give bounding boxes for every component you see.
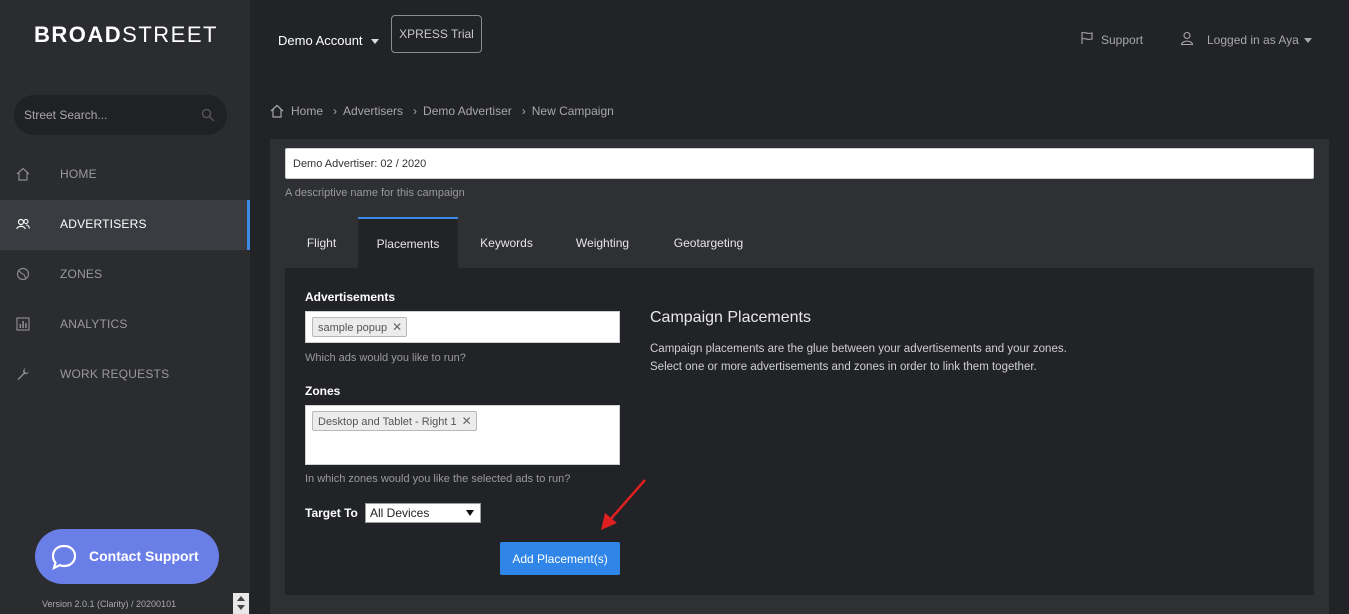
- tab-keywords[interactable]: Keywords: [458, 217, 555, 268]
- zones-help: In which zones would you like the select…: [305, 473, 571, 485]
- breadcrumb-new-campaign: New Campaign: [531, 104, 614, 118]
- remove-icon[interactable]: ✕: [462, 414, 472, 428]
- advertisements-select[interactable]: sample popup ✕: [305, 311, 620, 343]
- annotation-arrow-icon: [601, 479, 646, 530]
- dropdown-arrow-icon: [466, 510, 474, 516]
- zone-chip: Desktop and Tablet - Right 1 ✕: [312, 411, 477, 431]
- tab-weighting[interactable]: Weighting: [555, 217, 650, 268]
- campaign-placements-title: Campaign Placements: [650, 309, 811, 326]
- wrench-icon: [17, 368, 29, 380]
- sidebar-item-label: HOME: [60, 167, 97, 181]
- sidebar-item-home[interactable]: HOME: [0, 150, 250, 200]
- caret-down-icon: [370, 39, 379, 45]
- breadcrumb: Home › Advertisers › Demo Advertiser › N…: [270, 102, 614, 120]
- add-placements-button[interactable]: Add Placement(s): [500, 542, 620, 575]
- description-line-1: Campaign placements are the glue between…: [650, 343, 1067, 355]
- user-icon: [1180, 31, 1194, 45]
- description-line-2: Select one or more advertisements and zo…: [650, 361, 1037, 373]
- home-icon: [270, 104, 284, 118]
- remove-icon[interactable]: ✕: [392, 320, 402, 334]
- users-icon: [16, 218, 30, 230]
- brand-logo[interactable]: BROADSTREET: [34, 22, 218, 48]
- sidebar-item-label: ZONES: [60, 267, 103, 281]
- chevron-right-icon: ›: [413, 104, 418, 118]
- contact-support-label: Contact Support: [89, 548, 199, 564]
- campaign-placements-description: Campaign placements are the glue between…: [650, 340, 1067, 376]
- user-menu[interactable]: Logged in as Aya: [1180, 31, 1320, 49]
- sidebar-item-analytics[interactable]: ANALYTICS: [0, 300, 250, 350]
- street-search: [14, 95, 227, 135]
- ad-chip: sample popup ✕: [312, 317, 408, 337]
- scrollbar-arrows[interactable]: [233, 593, 249, 614]
- chevron-right-icon: ›: [333, 104, 338, 118]
- xpress-trial-button[interactable]: XPRESS Trial: [391, 15, 482, 53]
- sidebar-item-label: WORK REQUESTS: [60, 367, 170, 381]
- home-icon: [16, 167, 30, 181]
- user-label: Logged in as Aya: [1207, 33, 1299, 47]
- breadcrumb-home[interactable]: Home: [291, 104, 323, 118]
- zone-chip-label: Desktop and Tablet - Right 1: [318, 416, 457, 428]
- tab-flight[interactable]: Flight: [285, 217, 358, 268]
- sidebar-item-label: ANALYTICS: [60, 317, 128, 331]
- tab-geotargeting[interactable]: Geotargeting: [650, 217, 767, 268]
- sidebar-item-advertisers[interactable]: ADVERTISERS: [0, 200, 250, 250]
- chevron-right-icon: ›: [521, 104, 526, 118]
- sidebar: BROADSTREET HOME ADVERTISERS ZONES: [0, 0, 250, 614]
- brand-part2: STREET: [122, 22, 218, 47]
- target-device-value: All Devices: [370, 506, 430, 520]
- chart-icon: [16, 317, 30, 331]
- placements-tab-content: Advertisements sample popup ✕ Which ads w…: [285, 268, 1314, 595]
- target-to-label: Target To: [305, 506, 358, 520]
- account-dropdown[interactable]: Demo Account: [278, 33, 379, 48]
- advertisements-help: Which ads would you like to run?: [305, 352, 466, 364]
- breadcrumb-demo-advertiser[interactable]: Demo Advertiser: [423, 104, 512, 118]
- sidebar-item-work-requests[interactable]: WORK REQUESTS: [0, 350, 250, 400]
- scroll-down-icon[interactable]: [237, 605, 245, 610]
- campaign-panel: A descriptive name for this campaign Fli…: [270, 139, 1329, 614]
- advertisements-label: Advertisements: [305, 290, 396, 304]
- sidebar-item-label: ADVERTISERS: [60, 217, 147, 231]
- breadcrumb-advertisers[interactable]: Advertisers: [343, 104, 403, 118]
- contact-support-button[interactable]: Contact Support: [35, 529, 219, 584]
- version-text: Version 2.0.1 (Clarity) / 20200101: [42, 599, 177, 609]
- support-label: Support: [1101, 33, 1144, 47]
- tab-placements[interactable]: Placements: [358, 217, 458, 268]
- street-search-input[interactable]: [24, 95, 204, 135]
- account-name: Demo Account: [278, 33, 363, 48]
- campaign-name-help: A descriptive name for this campaign: [285, 187, 465, 199]
- brand-part1: BROAD: [34, 22, 123, 47]
- zones-label: Zones: [305, 384, 341, 398]
- chat-bubble-icon: [51, 544, 77, 570]
- caret-down-icon: [1304, 38, 1312, 43]
- search-icon[interactable]: [201, 108, 215, 122]
- campaign-name-input[interactable]: [285, 148, 1314, 179]
- scroll-up-icon[interactable]: [237, 596, 245, 601]
- ad-chip-label: sample popup: [318, 322, 388, 334]
- globe-icon: [16, 267, 30, 281]
- flag-icon: [1081, 32, 1093, 44]
- target-device-select[interactable]: All Devices: [365, 503, 481, 523]
- sidebar-item-zones[interactable]: ZONES: [0, 250, 250, 300]
- zones-select[interactable]: Desktop and Tablet - Right 1 ✕: [305, 405, 620, 465]
